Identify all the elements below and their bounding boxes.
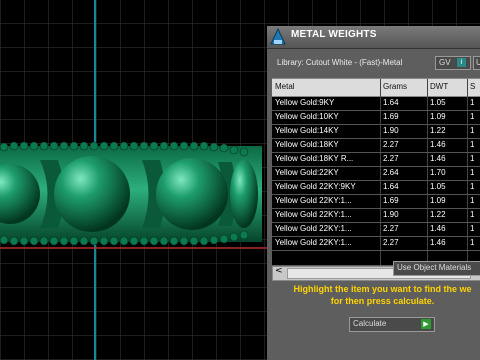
cell-metal: Yellow Gold 22KY:1... [275,224,352,233]
ring-model[interactable] [0,141,262,246]
calculate-label: Calculate [353,319,387,328]
cell-dwt: 1.46 [430,140,446,149]
cell-grams: 2.27 [383,154,399,163]
cell-dwt: 1.70 [430,168,446,177]
play-icon[interactable]: ▶ [421,319,431,329]
cell-grams: 1.90 [383,126,399,135]
gv-toggle[interactable]: GV i [435,56,471,70]
cell-grams: 2.27 [383,224,399,233]
cell-s: 1 [470,154,475,163]
cell-metal: Yellow Gold 22KY:1... [275,238,352,247]
table-row[interactable]: Yellow Gold:10KY 1.69 1.09 1 [272,111,480,125]
metal-weights-table: Metal Grams DWT S Yellow Gold:9KY 1.64 1… [272,78,480,265]
library-label: Library: Cutout White - (Fast)-Metal [277,58,403,67]
table-row[interactable]: Yellow Gold 22KY:1... 1.69 1.09 1 [272,195,480,209]
table-row[interactable]: Yellow Gold 22KY:1... 1.90 1.22 1 [272,209,480,223]
cell-s: 1 [470,238,475,247]
cell-dwt: 1.05 [430,182,446,191]
material-source-value: Use Object Materials [397,263,472,272]
cell-metal: Yellow Gold:18KY [275,140,339,149]
cell-grams: 1.64 [383,98,399,107]
cell-metal: Yellow Gold:18KY R... [275,154,354,163]
table-row[interactable]: Yellow Gold:18KY 2.27 1.46 1 [272,139,480,153]
cell-dwt: 1.09 [430,112,446,121]
units-dropdown[interactable]: Us [473,56,480,70]
table-body: Yellow Gold:9KY 1.64 1.05 1 Yellow Gold:… [272,97,480,251]
table-row[interactable]: Yellow Gold 22KY:1... 2.27 1.46 1 [272,223,480,237]
cell-metal: Yellow Gold:22KY [275,168,339,177]
cell-s: 1 [470,196,475,205]
cell-grams: 1.64 [383,182,399,191]
material-source-dropdown[interactable]: Use Object Materials [393,261,480,276]
cell-grams: 2.27 [383,140,399,149]
cell-grams: 1.90 [383,210,399,219]
cell-s: 1 [470,126,475,135]
scroll-left-icon[interactable]: < [275,266,283,276]
scale-icon [270,27,286,45]
cell-grams: 1.69 [383,196,399,205]
cell-metal: Yellow Gold:14KY [275,126,339,135]
table-row[interactable]: Yellow Gold:14KY 1.90 1.22 1 [272,125,480,139]
units-label: Us [476,58,480,67]
table-header: Metal Grams DWT S [272,79,480,97]
cell-dwt: 1.09 [430,196,446,205]
cell-metal: Yellow Gold 22KY:9KY [275,182,356,191]
table-row[interactable]: Yellow Gold:22KY 2.64 1.70 1 [272,167,480,181]
cell-metal: Yellow Gold:10KY [275,112,339,121]
column-header-s[interactable]: S [470,82,475,91]
cell-dwt: 1.46 [430,224,446,233]
cell-s: 1 [470,168,475,177]
cell-dwt: 1.46 [430,154,446,163]
cell-metal: Yellow Gold 22KY:1... [275,210,352,219]
table-row[interactable]: Yellow Gold:18KY R... 2.27 1.46 1 [272,153,480,167]
cell-dwt: 1.46 [430,238,446,247]
cell-grams: 2.27 [383,238,399,247]
calculate-button[interactable]: Calculate ▶ [349,317,435,332]
cell-s: 1 [470,112,475,121]
cell-s: 1 [470,224,475,233]
info-icon[interactable]: i [457,58,466,67]
cell-s: 1 [470,98,475,107]
instruction-text: Highlight the item you want to find the … [293,284,472,306]
panel-titlebar[interactable]: METAL WEIGHTS [267,26,480,49]
table-row[interactable]: Yellow Gold 22KY:9KY 1.64 1.05 1 [272,181,480,195]
metal-weights-panel: METAL WEIGHTS Library: Cutout White - (F… [267,26,480,360]
column-header-dwt[interactable]: DWT [430,82,448,91]
table-row[interactable]: Yellow Gold 22KY:1... 2.27 1.46 1 [272,237,480,251]
cell-s: 1 [470,140,475,149]
cell-grams: 1.69 [383,112,399,121]
cell-dwt: 1.22 [430,210,446,219]
cell-s: 1 [470,210,475,219]
gv-label: GV [439,58,451,67]
column-header-metal[interactable]: Metal [275,82,295,91]
cell-grams: 2.64 [383,168,399,177]
cell-dwt: 1.22 [430,126,446,135]
cell-metal: Yellow Gold:9KY [275,98,335,107]
cell-dwt: 1.05 [430,98,446,107]
column-header-grams[interactable]: Grams [383,82,407,91]
table-row[interactable]: Yellow Gold:9KY 1.64 1.05 1 [272,97,480,111]
panel-title: METAL WEIGHTS [291,29,377,40]
cell-metal: Yellow Gold 22KY:1... [275,196,352,205]
cell-s: 1 [470,182,475,191]
